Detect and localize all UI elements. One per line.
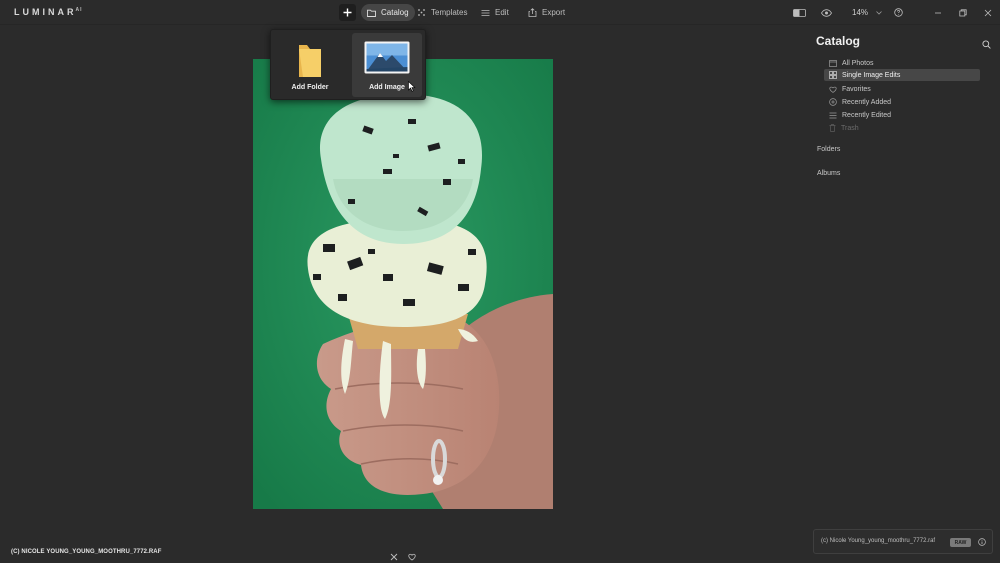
tab-export-label: Export [542,8,566,17]
restore-button[interactable] [959,0,967,25]
search-button[interactable] [982,36,991,54]
image-info-panel: (c) Nicole Young_young_moothru_7772.raf … [813,529,993,554]
sidebar-item-favorites[interactable]: Favorites [824,83,980,95]
export-icon [528,8,537,17]
sliders-icon [829,112,837,118]
restore-icon [959,8,967,16]
sliders-icon [481,9,490,16]
chevron-down-icon [876,10,882,15]
tab-edit[interactable]: Edit [475,4,515,21]
sidebar-item-label: Single Image Edits [842,71,901,79]
sidebar-section-albums[interactable]: Albums [817,170,840,177]
plus-icon [343,8,352,17]
minimize-button[interactable] [934,0,942,25]
help-button[interactable] [894,0,903,25]
templates-icon [418,9,425,16]
zoom-dropdown[interactable]: 14% [852,0,883,25]
heart-icon [829,86,837,93]
close-button[interactable] [984,0,992,25]
sidebar-item-single-image-edits[interactable]: Single Image Edits [824,69,980,81]
close-icon [390,553,398,561]
tab-templates[interactable]: Templates [411,4,473,21]
minimize-icon [935,12,941,13]
reject-button[interactable] [390,548,398,563]
image-mountain-icon [364,41,410,74]
compare-toggle[interactable] [793,0,806,25]
info-icon[interactable] [978,538,986,546]
heart-icon [408,553,416,561]
help-icon [894,8,903,17]
add-photos-menu: Add Folder Add Image [270,29,426,100]
app-logo: LUMINARAI [14,7,83,17]
sidebar-title: Catalog [816,34,861,48]
grid-icon [829,71,837,79]
favorite-button[interactable] [408,548,416,563]
tab-catalog-label: Catalog [381,8,409,17]
luminar-app-window: LUMINARAI Catalog Templates Edit Export [0,0,1000,563]
folder-icon [367,9,376,17]
sidebar-item-recently-added[interactable]: Recently Added [824,96,980,108]
preview-button[interactable] [821,0,832,25]
plus-circle-icon [829,98,837,106]
compare-icon [793,8,806,17]
sidebar-item-label: Recently Added [842,98,892,106]
eye-icon [821,8,832,17]
tab-catalog[interactable]: Catalog [361,4,415,21]
tab-edit-label: Edit [495,8,509,17]
close-icon [984,9,992,16]
folder-yellow-icon [299,45,321,77]
top-toolbar: LUMINARAI Catalog Templates Edit Export [0,0,1000,25]
ice-cream-photo [253,59,553,509]
add-folder-option[interactable]: Add Folder [275,33,345,97]
sidebar-item-recently-edited[interactable]: Recently Edited [824,109,980,121]
add-image-label: Add Image [369,84,405,91]
photos-icon [829,59,837,67]
add-photos-button[interactable] [339,4,356,21]
trash-icon [829,124,836,132]
info-filename: (c) Nicole Young_young_moothru_7772.raf [821,538,936,544]
raw-badge: RAW [950,538,971,547]
mouse-cursor-icon [408,81,416,92]
search-icon [982,40,991,49]
sidebar-item-label: Recently Edited [842,111,892,119]
sidebar-section-folders[interactable]: Folders [817,146,840,153]
tab-export[interactable]: Export [522,4,571,21]
sidebar-item-label: Favorites [842,85,871,93]
sidebar-item-all-photos[interactable]: All Photos [824,57,980,69]
zoom-level: 14% [852,8,869,17]
sidebar-item-label: All Photos [842,59,874,67]
tab-templates-label: Templates [431,8,468,17]
main-photo-preview[interactable] [253,59,553,509]
add-folder-label: Add Folder [291,84,329,91]
sidebar-item-trash[interactable]: Trash [824,122,980,134]
sidebar-item-label: Trash [841,124,859,132]
photo-filename-caption: (C) NICOLE YOUNG_YOUNG_MOOTHRU_7772.RAF [11,549,162,555]
